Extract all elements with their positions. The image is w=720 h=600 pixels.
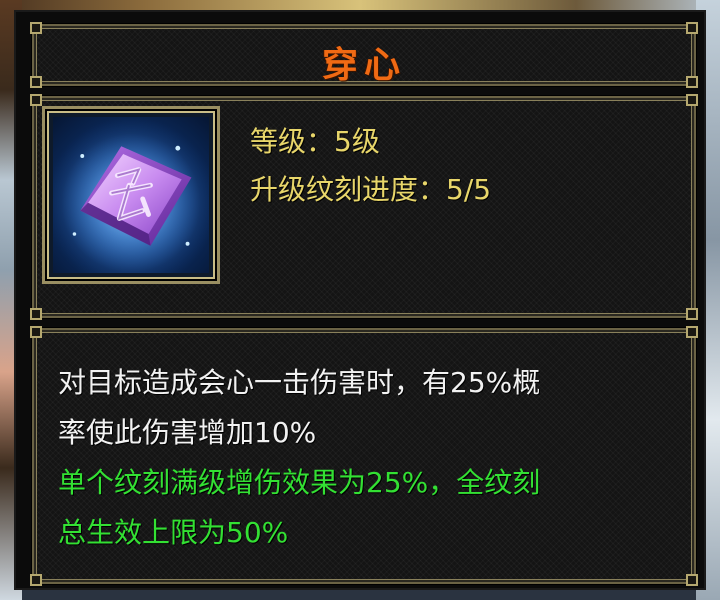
- level-value: 5级: [334, 125, 380, 158]
- description-panel: 对目标造成会心一击伤害时，有25%概 率使此伤害增加10% 单个纹刻满级增伤效果…: [30, 326, 698, 586]
- corner-ornament: [30, 574, 42, 586]
- progress-value: 5/5: [446, 173, 492, 206]
- corner-ornament: [686, 308, 698, 320]
- purple-rune-crystal-icon: [53, 117, 209, 273]
- corner-ornament: [30, 94, 42, 106]
- corner-ornament: [686, 326, 698, 338]
- corner-ornament: [30, 22, 42, 34]
- skill-title: 穿心: [321, 44, 406, 86]
- bonus-description-line: 总生效上限为50%: [58, 516, 289, 549]
- skill-icon-frame: [42, 106, 220, 284]
- corner-ornament: [686, 94, 698, 106]
- progress-label: 升级纹刻进度：: [250, 173, 447, 206]
- skill-tooltip: 穿心 等级：5级 升级纹刻进度：5/5 对目标造成会心一击伤害时，有25%概 率…: [14, 10, 706, 590]
- effect-description-line: 率使此伤害增加10%: [58, 416, 317, 449]
- info-panel: 等级：5级 升级纹刻进度：5/5: [30, 94, 698, 320]
- corner-ornament: [686, 574, 698, 586]
- upgrade-progress-stat: 升级纹刻进度：5/5: [250, 168, 491, 208]
- max-level-bonus-description: 单个纹刻满级增伤效果为25%，全纹刻 总生效上限为50%: [58, 458, 676, 558]
- corner-ornament: [686, 22, 698, 34]
- level-stat: 等级：5级: [250, 120, 380, 160]
- bonus-description-line: 单个纹刻满级增伤效果为25%，全纹刻: [58, 466, 541, 499]
- corner-ornament: [30, 326, 42, 338]
- effect-description: 对目标造成会心一击伤害时，有25%概 率使此伤害增加10%: [58, 358, 676, 458]
- effect-description-line: 对目标造成会心一击伤害时，有25%概: [58, 366, 541, 399]
- level-label: 等级：: [250, 125, 335, 158]
- title-panel: 穿心: [30, 22, 698, 88]
- corner-ornament: [30, 308, 42, 320]
